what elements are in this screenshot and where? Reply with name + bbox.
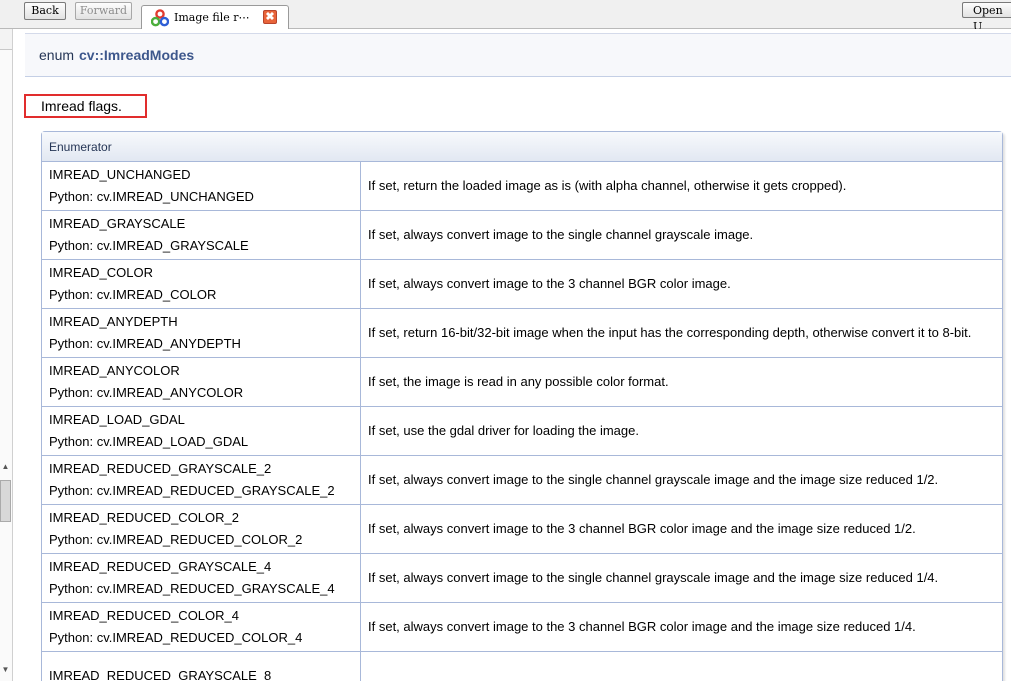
enumerator-name-cell: IMREAD_REDUCED_COLOR_2 Python: cv.IMREAD_…: [42, 505, 361, 554]
open-url-button[interactable]: Open U: [962, 2, 1011, 33]
enumerator-description: If set, always convert image to the 3 ch…: [361, 260, 1002, 309]
table-header-row: Enumerator: [42, 132, 1002, 162]
enum-header: enum cv::ImreadModes: [25, 33, 1011, 77]
enumerator-name: IMREAD_UNCHANGED: [49, 167, 191, 182]
table-row: IMREAD_ANYCOLOR Python: cv.IMREAD_ANYCOLO…: [42, 358, 1002, 407]
enumerator-name-cell: IMREAD_GRAYSCALE Python: cv.IMREAD_GRAYSC…: [42, 211, 361, 260]
enumerator-name-cell: IMREAD_REDUCED_GRAYSCALE_4 Python: cv.IMR…: [42, 554, 361, 603]
enumerator-name: IMREAD_REDUCED_COLOR_2: [49, 510, 239, 525]
tab-title: Image file r⋯: [174, 11, 250, 24]
enumerator-python-name: Python: cv.IMREAD_REDUCED_COLOR_2: [49, 532, 303, 547]
table-row: IMREAD_REDUCED_GRAYSCALE_8: [42, 652, 1002, 681]
back-button[interactable]: Back: [24, 2, 66, 20]
enumerator-description: If set, the image is read in any possibl…: [361, 358, 1002, 407]
enumerator-name: IMREAD_ANYDEPTH: [49, 314, 178, 329]
enumerator-name-cell: IMREAD_REDUCED_COLOR_4 Python: cv.IMREAD_…: [42, 603, 361, 652]
enumerator-python-name: Python: cv.IMREAD_REDUCED_GRAYSCALE_2: [49, 483, 335, 498]
scroll-up-arrow-icon[interactable]: ▲: [1, 462, 10, 474]
table-body: IMREAD_UNCHANGED Python: cv.IMREAD_UNCHAN…: [42, 162, 1002, 681]
table-row: IMREAD_REDUCED_GRAYSCALE_4 Python: cv.IMR…: [42, 554, 1002, 603]
enumerator-name-cell: IMREAD_ANYDEPTH Python: cv.IMREAD_ANYDEPT…: [42, 309, 361, 358]
table-row: IMREAD_UNCHANGED Python: cv.IMREAD_UNCHAN…: [42, 162, 1002, 211]
enumerator-python-name: Python: cv.IMREAD_ANYCOLOR: [49, 385, 244, 400]
enumerator-python-name: Python: cv.IMREAD_UNCHANGED: [49, 189, 254, 204]
forward-button[interactable]: Forward: [75, 2, 132, 20]
enumerator-name: IMREAD_REDUCED_COLOR_4: [49, 608, 239, 623]
enum-name-link[interactable]: cv::ImreadModes: [79, 47, 194, 63]
tab-image-file[interactable]: Image file r⋯ ✖: [141, 5, 289, 29]
enumerator-description: If set, always convert image to the sing…: [361, 554, 1002, 603]
enumerator-python-name: Python: cv.IMREAD_GRAYSCALE: [49, 238, 249, 253]
table-row: IMREAD_GRAYSCALE Python: cv.IMREAD_GRAYSC…: [42, 211, 1002, 260]
enumerator-table: Enumerator IMREAD_UNCHANGED Python: cv.IM…: [41, 131, 1003, 681]
enumerator-description: If set, always convert image to the sing…: [361, 456, 1002, 505]
enumerator-python-name: Python: cv.IMREAD_LOAD_GDAL: [49, 434, 249, 449]
enumerator-description: If set, return 16-bit/32-bit image when …: [361, 309, 1002, 358]
doc-content: enum cv::ImreadModes Imread flags. Enume…: [13, 29, 1011, 681]
browser-toolbar: Back Forward Image file r⋯ ✖ Open U: [0, 0, 1011, 33]
enumerator-name-cell: IMREAD_REDUCED_GRAYSCALE_8: [42, 652, 361, 681]
table-row: IMREAD_REDUCED_GRAYSCALE_2 Python: cv.IMR…: [42, 456, 1002, 505]
enumerator-name: IMREAD_GRAYSCALE: [49, 216, 186, 231]
enumerator-name: IMREAD_COLOR: [49, 265, 154, 280]
table-row: IMREAD_ANYDEPTH Python: cv.IMREAD_ANYDEPT…: [42, 309, 1002, 358]
enumerator-name: IMREAD_LOAD_GDAL: [49, 412, 185, 427]
left-pane: ▲ ▼: [0, 29, 13, 681]
enumerator-name-cell: IMREAD_LOAD_GDAL Python: cv.IMREAD_LOAD_G…: [42, 407, 361, 456]
enumerator-python-name: Python: cv.IMREAD_ANYDEPTH: [49, 336, 241, 351]
table-row: IMREAD_REDUCED_COLOR_2 Python: cv.IMREAD_…: [42, 505, 1002, 554]
enumerator-name: IMREAD_REDUCED_GRAYSCALE_8: [49, 668, 272, 681]
enumerator-python-name: Python: cv.IMREAD_REDUCED_COLOR_4: [49, 630, 303, 645]
left-pane-header: [0, 29, 12, 50]
enumerator-name-cell: IMREAD_ANYCOLOR Python: cv.IMREAD_ANYCOLO…: [42, 358, 361, 407]
enum-keyword: enum: [39, 47, 75, 63]
enumerator-description: If set, always convert image to the 3 ch…: [361, 603, 1002, 652]
table-row: IMREAD_LOAD_GDAL Python: cv.IMREAD_LOAD_G…: [42, 407, 1002, 456]
table-header-enumerator: Enumerator: [42, 132, 1002, 162]
enum-brief: Imread flags.: [41, 98, 122, 114]
enumerator-description: If set, return the loaded image as is (w…: [361, 162, 1002, 211]
enumerator-description: If set, always convert image to the 3 ch…: [361, 505, 1002, 554]
enumerator-description: [361, 652, 1002, 681]
close-icon[interactable]: ✖: [263, 10, 277, 24]
app-logo-icon: [151, 9, 169, 27]
scroll-down-arrow-icon[interactable]: ▼: [1, 665, 10, 677]
enumerator-python-name: Python: cv.IMREAD_REDUCED_GRAYSCALE_4: [49, 581, 335, 596]
enumerator-name-cell: IMREAD_COLOR Python: cv.IMREAD_COLOR: [42, 260, 361, 309]
table-row: IMREAD_COLOR Python: cv.IMREAD_COLOR If se…: [42, 260, 1002, 309]
enumerator-name: IMREAD_ANYCOLOR: [49, 363, 180, 378]
enumerator-name: IMREAD_REDUCED_GRAYSCALE_2: [49, 461, 272, 476]
table-row: IMREAD_REDUCED_COLOR_4 Python: cv.IMREAD_…: [42, 603, 1002, 652]
enumerator-name-cell: IMREAD_REDUCED_GRAYSCALE_2 Python: cv.IMR…: [42, 456, 361, 505]
enumerator-python-name: Python: cv.IMREAD_COLOR: [49, 287, 217, 302]
enumerator-description: If set, always convert image to the sing…: [361, 211, 1002, 260]
enumerator-name-cell: IMREAD_UNCHANGED Python: cv.IMREAD_UNCHAN…: [42, 162, 361, 211]
scrollbar-thumb[interactable]: [0, 480, 11, 522]
enumerator-name: IMREAD_REDUCED_GRAYSCALE_4: [49, 559, 272, 574]
enumerator-description: If set, use the gdal driver for loading …: [361, 407, 1002, 456]
